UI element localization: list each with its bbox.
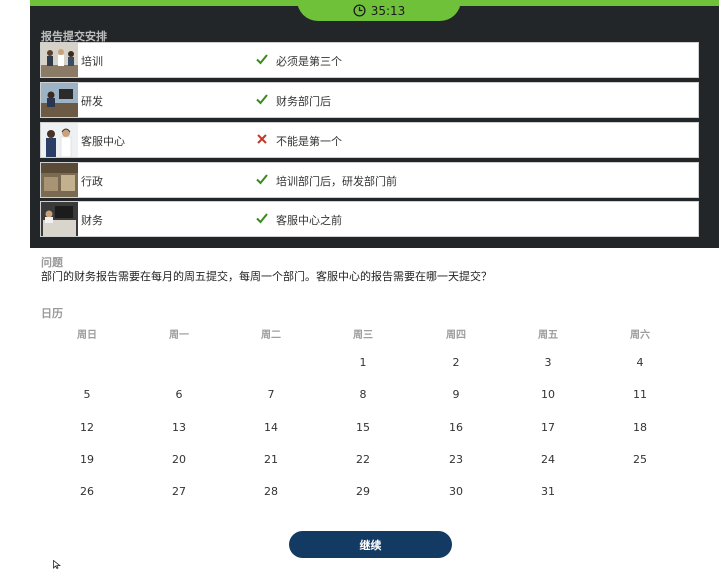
- schedule-row-training: 培训 必须是第三个: [40, 42, 699, 78]
- calendar-day[interactable]: 10: [518, 388, 578, 401]
- calendar-day[interactable]: 16: [426, 421, 486, 434]
- calendar-day[interactable]: 6: [149, 388, 209, 401]
- calendar-day[interactable]: 30: [426, 485, 486, 498]
- calendar-day[interactable]: 19: [57, 453, 117, 466]
- calendar-day[interactable]: 20: [149, 453, 209, 466]
- dept-name: 客服中心: [81, 135, 125, 148]
- calendar-day[interactable]: 31: [518, 485, 578, 498]
- finance-photo: [41, 202, 78, 236]
- continue-button[interactable]: 继续: [289, 531, 452, 558]
- calendar-day[interactable]: 23: [426, 453, 486, 466]
- calendar-day[interactable]: 5: [57, 388, 117, 401]
- check-icon: [256, 213, 268, 224]
- calendar-day[interactable]: 17: [518, 421, 578, 434]
- calendar-day[interactable]: 27: [149, 485, 209, 498]
- dept-name: 行政: [81, 175, 103, 188]
- calendar-day[interactable]: 8: [333, 388, 393, 401]
- calendar-day[interactable]: 4: [610, 356, 670, 369]
- rule-text: 客服中心之前: [276, 214, 342, 227]
- calendar-label: 日历: [41, 307, 63, 320]
- weekday-sun: 周日: [77, 330, 97, 341]
- calendar-day[interactable]: 13: [149, 421, 209, 434]
- calendar-day[interactable]: 1: [333, 356, 393, 369]
- schedule-row-admin: 行政 培训部门后，研发部门前: [40, 162, 699, 198]
- calendar-day[interactable]: 24: [518, 453, 578, 466]
- weekday-tue: 周二: [261, 330, 281, 341]
- weekday-wed: 周三: [353, 330, 373, 341]
- dept-name: 培训: [81, 55, 103, 68]
- weekday-fri: 周五: [538, 330, 558, 341]
- dept-name: 财务: [81, 214, 103, 227]
- calendar-day[interactable]: 15: [333, 421, 393, 434]
- training-photo: [41, 43, 78, 77]
- clock-icon: [353, 4, 366, 17]
- calendar-day[interactable]: 21: [241, 453, 301, 466]
- schedule-row-customer-service: 客服中心 不能是第一个: [40, 122, 699, 158]
- check-icon: [256, 174, 268, 185]
- schedule-row-finance: 财务 客服中心之前: [40, 201, 699, 237]
- rnd-photo: [41, 83, 78, 117]
- calendar-day[interactable]: 2: [426, 356, 486, 369]
- calendar-day[interactable]: 29: [333, 485, 393, 498]
- weekday-mon: 周一: [169, 330, 189, 341]
- rule-text: 培训部门后，研发部门前: [276, 175, 397, 188]
- timer: 35:13: [297, 0, 461, 21]
- mouse-cursor-icon: [53, 560, 61, 569]
- dept-name: 研发: [81, 95, 103, 108]
- weekday-sat: 周六: [630, 330, 650, 341]
- weekday-thu: 周四: [446, 330, 466, 341]
- calendar-day[interactable]: 3: [518, 356, 578, 369]
- calendar-day[interactable]: 18: [610, 421, 670, 434]
- calendar-day[interactable]: 12: [57, 421, 117, 434]
- admin-photo: [41, 163, 78, 197]
- customer-service-photo: [41, 123, 78, 157]
- question-text: 部门的财务报告需要在每月的周五提交，每周一个部门。客服中心的报告需要在哪一天提交…: [41, 270, 492, 283]
- calendar-day[interactable]: 22: [333, 453, 393, 466]
- calendar-day[interactable]: 26: [57, 485, 117, 498]
- calendar-day[interactable]: 14: [241, 421, 301, 434]
- check-icon: [256, 54, 268, 65]
- rule-text: 不能是第一个: [276, 135, 342, 148]
- calendar-day[interactable]: 11: [610, 388, 670, 401]
- calendar-day[interactable]: 28: [241, 485, 301, 498]
- calendar-day[interactable]: 25: [610, 453, 670, 466]
- calendar-day[interactable]: 7: [241, 388, 301, 401]
- rule-text: 财务部门后: [276, 95, 331, 108]
- check-icon: [256, 94, 268, 105]
- cross-icon: [257, 134, 267, 144]
- calendar-day[interactable]: 9: [426, 388, 486, 401]
- schedule-row-rnd: 研发 财务部门后: [40, 82, 699, 118]
- rule-text: 必须是第三个: [276, 55, 342, 68]
- timer-value: 35:13: [370, 3, 406, 18]
